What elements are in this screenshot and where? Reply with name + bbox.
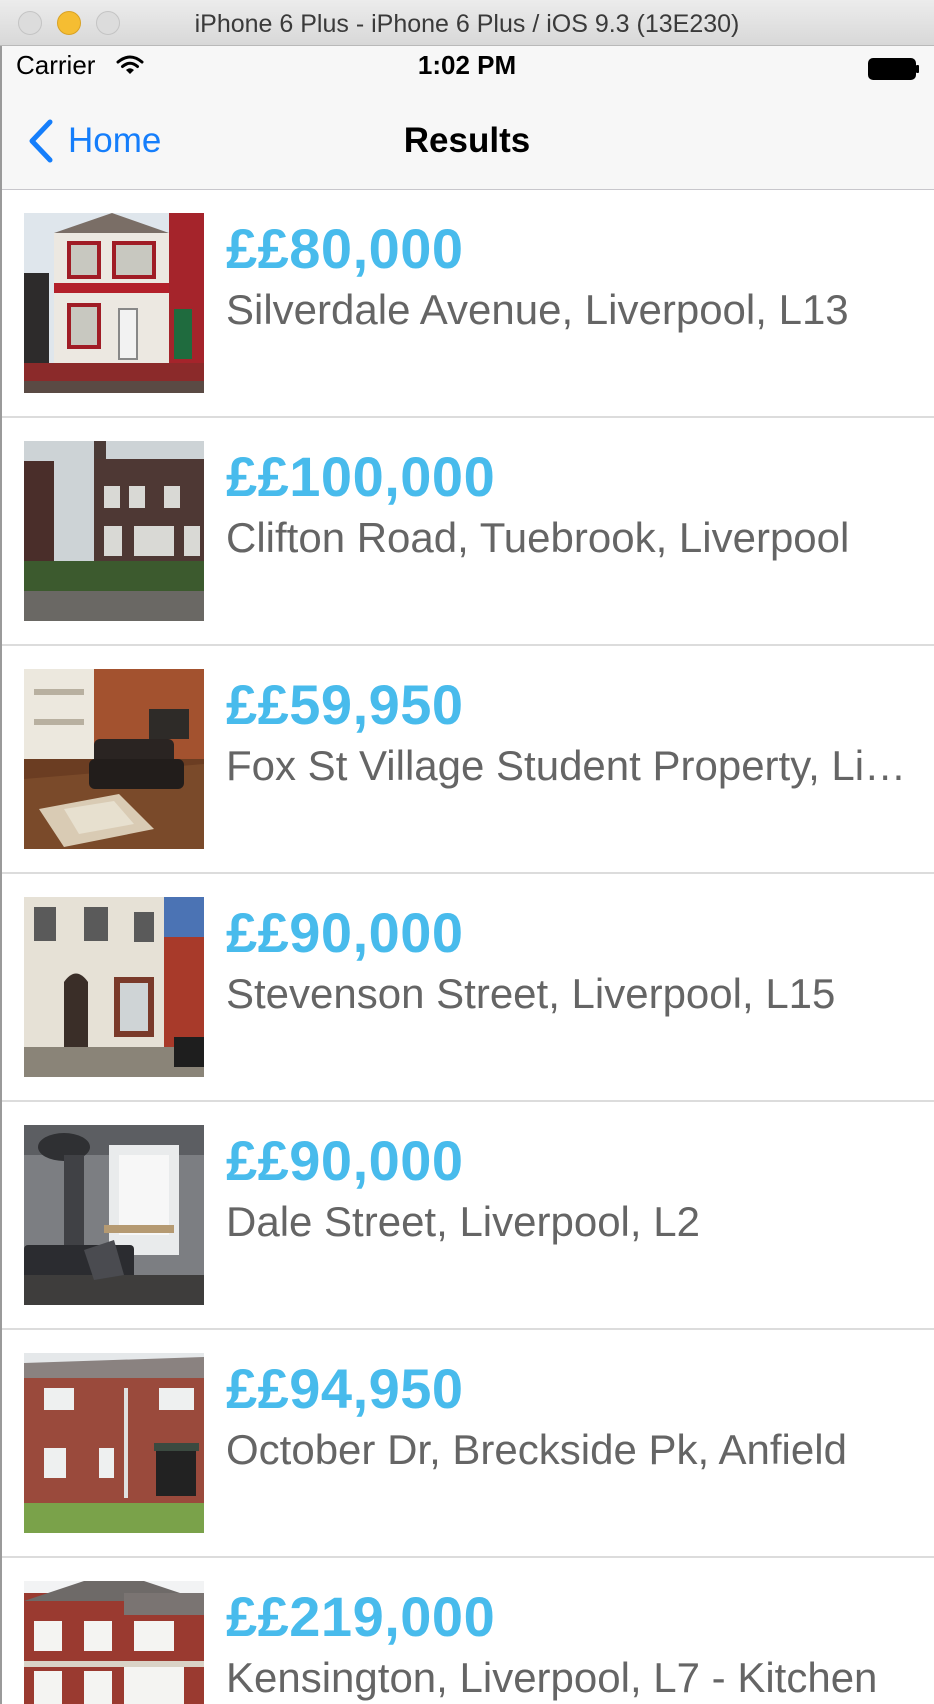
address-label: Clifton Road, Tuebrook, Liverpool — [226, 514, 850, 561]
property-thumbnail — [24, 441, 204, 621]
page-title: Results — [403, 121, 531, 160]
simulator-window: iPhone 6 Plus - iPhone 6 Plus / iOS 9.3 … — [0, 0, 934, 1704]
status-time: 1:02 PM — [417, 50, 517, 80]
address-label: Fox St Village Student Property, Liverpo… — [226, 742, 908, 789]
property-thumbnail — [24, 1125, 204, 1305]
result-row[interactable]: ££59,950 Fox St Village Student Property… — [0, 646, 934, 874]
price-label: ££59,950 — [226, 673, 464, 736]
property-thumbnail — [24, 1353, 204, 1533]
battery-icon — [868, 58, 920, 85]
navigation-bar: Home Results — [0, 88, 934, 190]
property-thumbnail — [24, 1581, 204, 1704]
property-thumbnail — [24, 213, 204, 393]
address-label: Silverdale Avenue, Liverpool, L13 — [226, 286, 849, 333]
window-title-bar: iPhone 6 Plus - iPhone 6 Plus / iOS 9.3 … — [0, 0, 934, 46]
result-row[interactable]: ££219,000 Kensington, Liverpool, L7 - Ki… — [0, 1558, 934, 1704]
result-row[interactable]: ££90,000 Dale Street, Liverpool, L2 — [0, 1102, 934, 1330]
address-label: October Dr, Breckside Pk, Anfield — [226, 1426, 847, 1473]
window-edge — [0, 46, 2, 1704]
address-label: Stevenson Street, Liverpool, L15 — [226, 970, 836, 1017]
price-label: ££100,000 — [226, 445, 496, 508]
price-label: ££94,950 — [226, 1357, 464, 1420]
result-row[interactable]: ££94,950 October Dr, Breckside Pk, Anfie… — [0, 1330, 934, 1558]
status-bar: Carrier 1:02 PM — [0, 46, 934, 88]
price-label: ££90,000 — [226, 901, 464, 964]
result-row[interactable]: ££90,000 Stevenson Street, Liverpool, L1… — [0, 874, 934, 1102]
price-label: ££90,000 — [226, 1129, 464, 1192]
results-list[interactable]: ££80,000 Silverdale Avenue, Liverpool, L… — [0, 190, 934, 1704]
price-label: ££219,000 — [226, 1585, 496, 1648]
address-label: Kensington, Liverpool, L7 - Kitchen — [226, 1654, 878, 1701]
window-title: iPhone 6 Plus - iPhone 6 Plus / iOS 9.3 … — [194, 10, 740, 38]
address-label: Dale Street, Liverpool, L2 — [226, 1198, 700, 1245]
result-row[interactable]: ££100,000 Clifton Road, Tuebrook, Liverp… — [0, 418, 934, 646]
property-thumbnail — [24, 669, 204, 849]
property-thumbnail — [24, 897, 204, 1077]
result-row[interactable]: ££80,000 Silverdale Avenue, Liverpool, L… — [0, 190, 934, 418]
price-label: ££80,000 — [226, 217, 464, 280]
